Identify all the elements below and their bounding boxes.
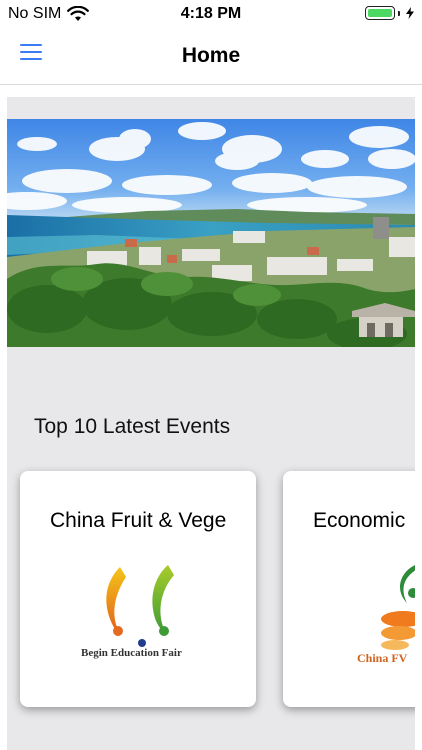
event-logo-image — [381, 565, 415, 650]
navigation-bar: Home — [0, 28, 422, 85]
event-card[interactable]: Economic China FV — [283, 471, 415, 707]
section-title: Top 10 Latest Events — [34, 415, 231, 438]
battery-cap — [398, 10, 400, 16]
page-title: Home — [181, 44, 241, 67]
clock: 4:18 PM — [180, 5, 242, 22]
home-content: Top 10 Latest Events China Fruit & Veget… — [7, 97, 415, 750]
event-logo-image — [106, 565, 174, 647]
event-logo-caption: China FV — [357, 651, 408, 665]
hero-image — [7, 119, 415, 347]
charging-bolt-icon — [406, 7, 414, 19]
event-card[interactable]: China Fruit & Vegetable — [20, 471, 256, 707]
event-logo-caption: Begin Education Fair — [81, 647, 182, 659]
event-title: China Fruit & Vegetable — [50, 509, 226, 532]
battery-icon — [365, 6, 395, 20]
event-title: Economic — [313, 509, 406, 532]
status-bar: No SIM 4:18 PM — [0, 0, 422, 28]
battery-level-fill — [368, 9, 392, 17]
events-carousel[interactable]: China Fruit & Vegetable — [7, 457, 415, 727]
battery-group — [365, 6, 414, 20]
